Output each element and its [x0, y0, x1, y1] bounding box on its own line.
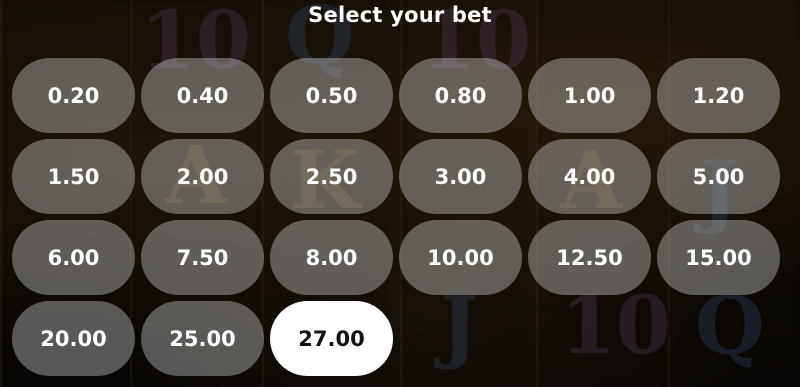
bet-option[interactable]: 8.00 — [270, 220, 393, 295]
bet-option[interactable]: 2.50 — [270, 139, 393, 214]
bet-option[interactable]: 4.00 — [528, 139, 651, 214]
bet-option-selected[interactable]: 27.00 — [270, 301, 393, 376]
bet-option[interactable]: 0.20 — [12, 58, 135, 133]
bet-option[interactable]: 15.00 — [657, 220, 780, 295]
bet-option[interactable]: 25.00 — [141, 301, 264, 376]
bet-option[interactable]: 12.50 — [528, 220, 651, 295]
bet-option[interactable]: 6.00 — [12, 220, 135, 295]
bet-option[interactable]: 7.50 — [141, 220, 264, 295]
bet-option[interactable]: 1.00 — [528, 58, 651, 133]
bet-option[interactable]: 5.00 — [657, 139, 780, 214]
select-bet-title: Select your bet — [308, 3, 492, 27]
bet-option[interactable]: 20.00 — [12, 301, 135, 376]
bet-options-grid: 0.20 0.40 0.50 0.80 1.00 1.20 1.50 2.00 2.50 3.00… — [12, 58, 780, 376]
bet-option[interactable]: 0.40 — [141, 58, 264, 133]
bet-option[interactable]: 1.20 — [657, 58, 780, 133]
bet-option[interactable]: 1.50 — [12, 139, 135, 214]
bet-option[interactable]: 10.00 — [399, 220, 522, 295]
bet-option[interactable]: 3.00 — [399, 139, 522, 214]
bet-option[interactable]: 0.80 — [399, 58, 522, 133]
bet-option[interactable]: 0.50 — [270, 58, 393, 133]
bet-option[interactable]: 2.00 — [141, 139, 264, 214]
